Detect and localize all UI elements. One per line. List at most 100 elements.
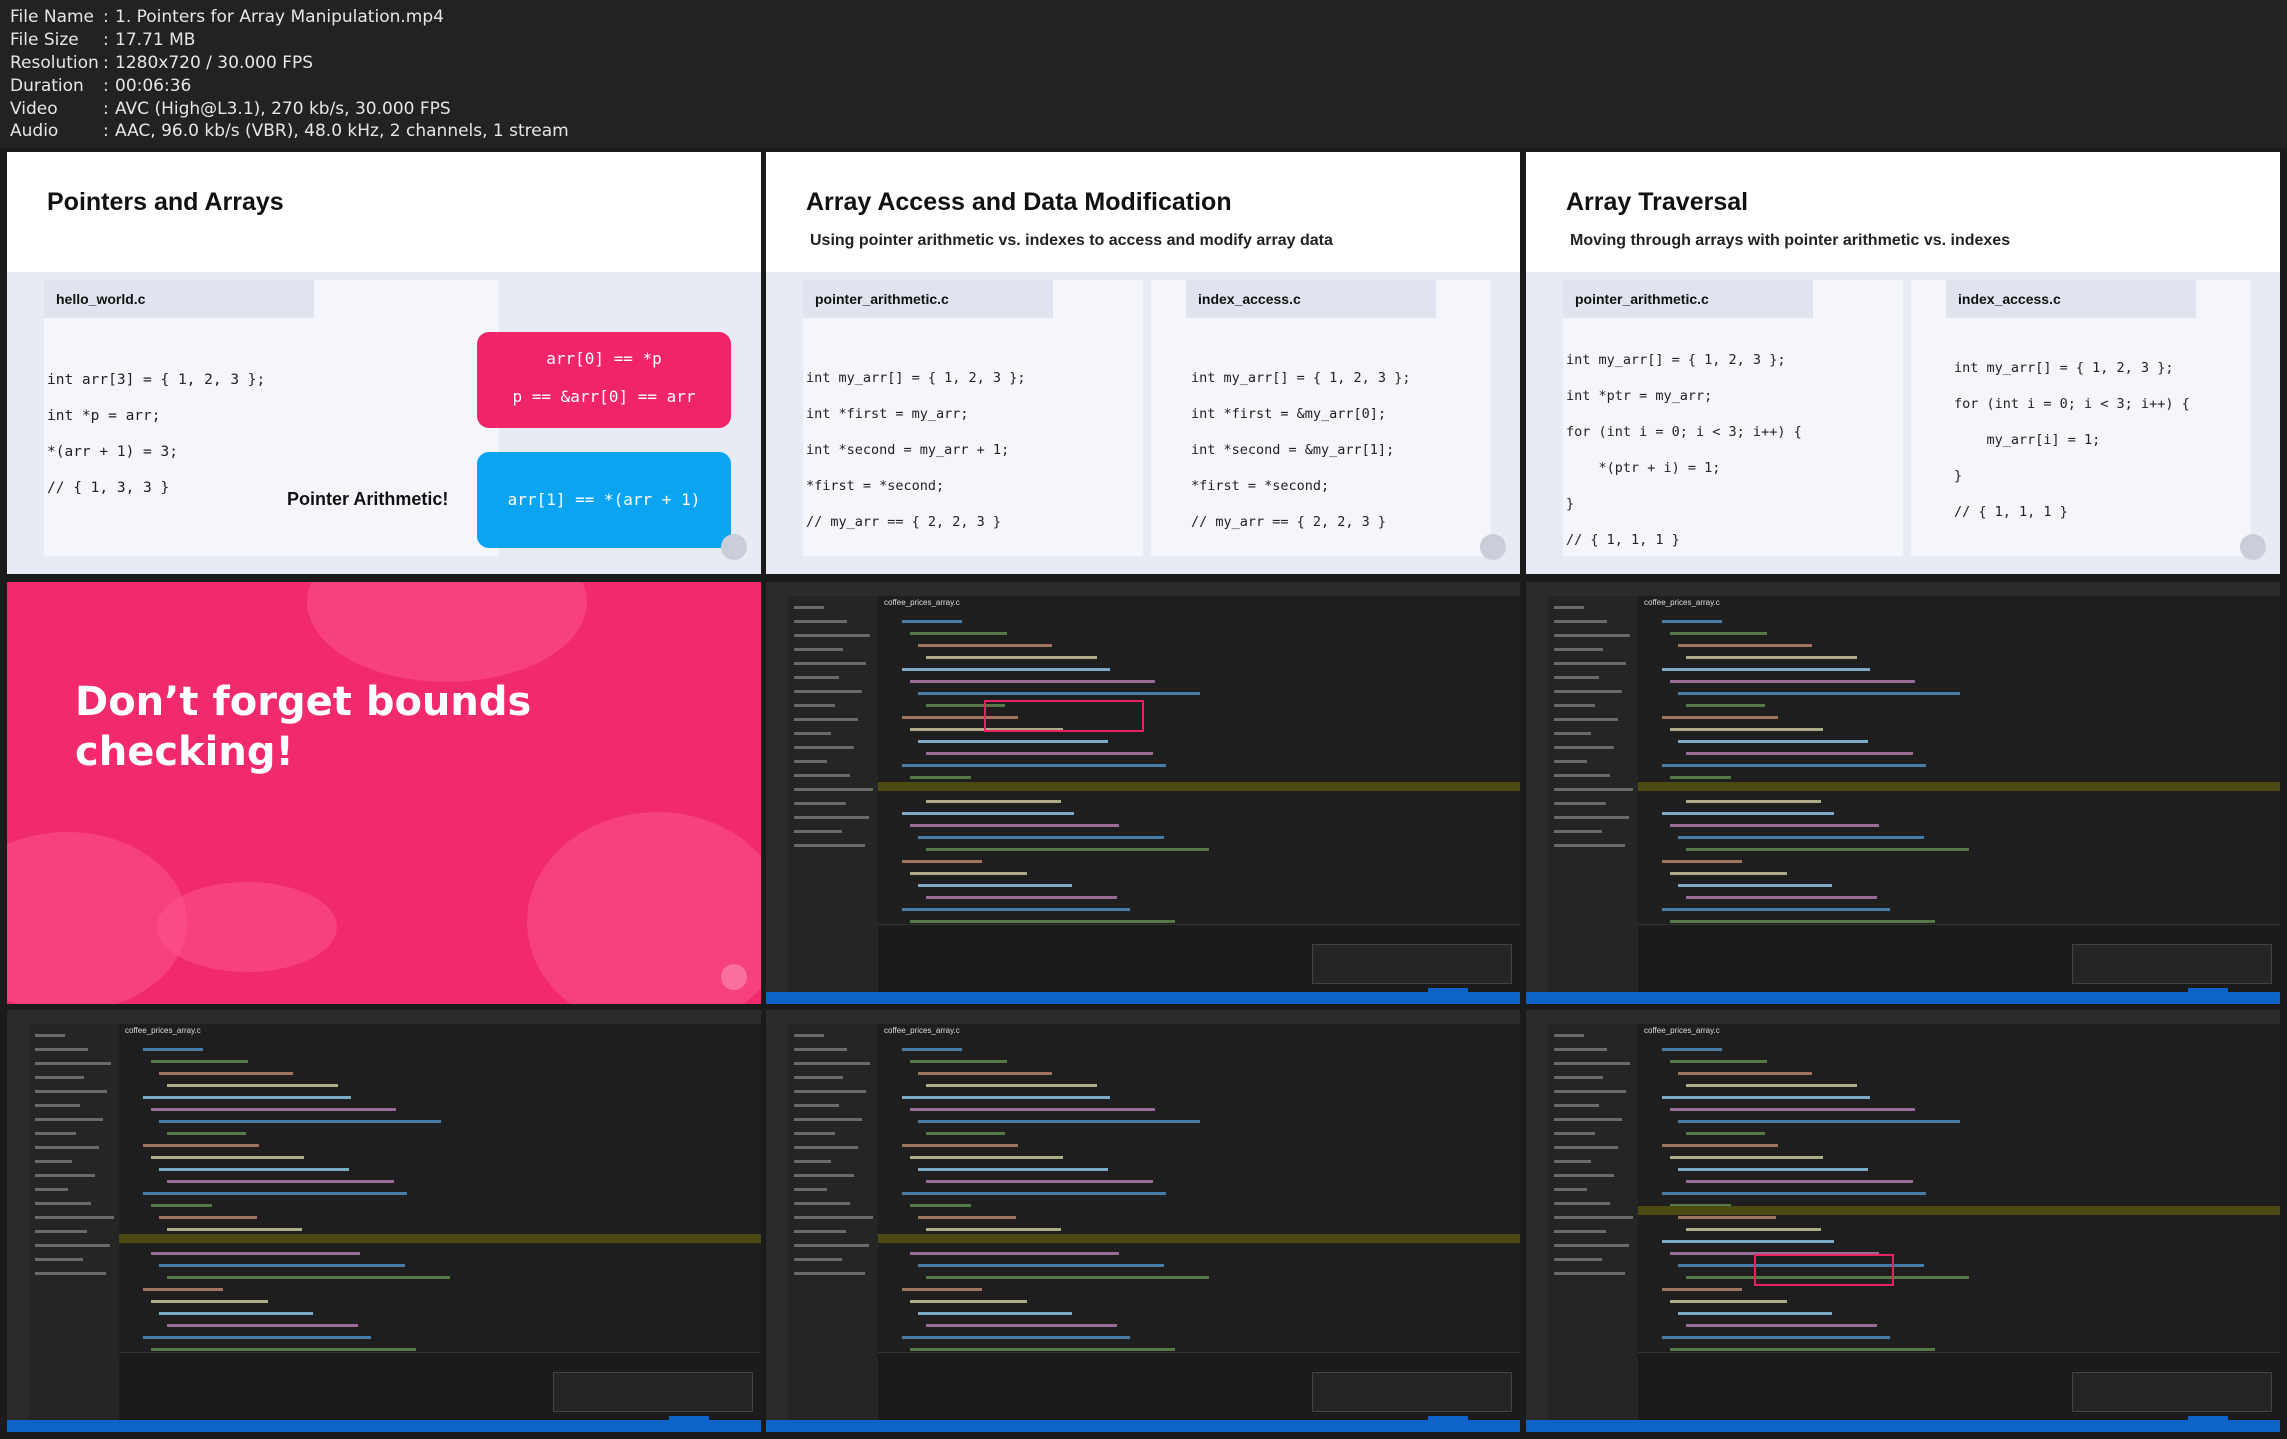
sidebar-line-bar [35, 1118, 103, 1121]
code-line: for (int i = 0; i < 3; i++) { [1566, 424, 1802, 440]
highlight-box [1754, 1254, 1894, 1286]
sidebar-line-bar [35, 1034, 65, 1037]
code-line: int *second = &my_arr[1]; [1191, 442, 1395, 458]
code-line-bar [1662, 1192, 1926, 1195]
code-line-bar [910, 1108, 1155, 1111]
update-now-button[interactable] [2188, 988, 2228, 998]
code-line-bar [910, 1300, 1027, 1303]
sidebar-line-bar [794, 1034, 824, 1037]
editor-tab[interactable]: coffee_prices_array.c [1638, 596, 1728, 610]
code-line: *(ptr + i) = 1; [1566, 460, 1721, 476]
watermark-icon [721, 534, 747, 560]
sidebar-line-bar [794, 816, 869, 819]
code-line-bar [1670, 824, 1879, 827]
code-line-bar [1686, 656, 1857, 659]
sidebar-line-bar [1554, 1272, 1625, 1275]
thumb-vscode-2: coffee_prices_array.c [1526, 582, 2280, 1004]
sidebar-line-bar [1554, 1062, 1630, 1065]
code-line-bar [1670, 1108, 1915, 1111]
sidebar-line-bar [35, 1174, 95, 1177]
code-line-bar [918, 1120, 1200, 1123]
sidebar-line-bar [1554, 690, 1622, 693]
code-line-bar [910, 824, 1119, 827]
editor-tab[interactable]: coffee_prices_array.c [1638, 1024, 1728, 1038]
file-tab-right: index_access.c [1946, 280, 2196, 318]
sidebar-line-bar [35, 1104, 80, 1107]
editor-tab[interactable]: coffee_prices_array.c [119, 1024, 209, 1038]
sidebar-line-bar [794, 1062, 870, 1065]
sidebar-line-bar [35, 1216, 114, 1219]
watermark-icon [1480, 534, 1506, 560]
code-line-bar [1670, 728, 1823, 731]
code-line-bar [1662, 860, 1742, 863]
code-line-bar [1662, 1288, 1742, 1291]
code-line-bar [167, 1228, 302, 1231]
code-line-bar [910, 680, 1155, 683]
code-line-bar [159, 1168, 349, 1171]
code-line: *(arr + 1) = 3; [47, 444, 178, 460]
sidebar-line-bar [794, 1174, 854, 1177]
code-line-bar [926, 752, 1153, 755]
update-now-button[interactable] [1428, 1416, 1468, 1426]
sidebar-line-bar [794, 774, 850, 777]
code-line-bar [1686, 896, 1877, 899]
code-line-bar [926, 848, 1209, 851]
sidebar-line-bar [794, 690, 862, 693]
sidebar-line-bar [794, 1188, 827, 1191]
code-line-bar [1686, 848, 1969, 851]
code-line-bar [910, 1156, 1063, 1159]
code-line-bar [1662, 1240, 1834, 1243]
sidebar-line-bar [35, 1230, 87, 1233]
sidebar-line-bar [794, 1090, 866, 1093]
slide-subtitle: Using pointer arithmetic vs. indexes to … [810, 232, 1333, 249]
code-line-bar [902, 1144, 1018, 1147]
editor-tab[interactable]: coffee_prices_array.c [878, 596, 968, 610]
code-line-bar [143, 1096, 351, 1099]
code-line-bar [151, 1204, 212, 1207]
update-toast [2072, 944, 2272, 984]
code-line-bar [902, 812, 1074, 815]
thumb-vscode-5: coffee_prices_array.c [1526, 1010, 2280, 1432]
code-line-bar [1686, 1228, 1821, 1231]
code-line-bar [167, 1132, 246, 1135]
thumb-slide-array-traversal: Array Traversal Moving through arrays wi… [1526, 152, 2280, 574]
code-line-bar [1670, 1156, 1823, 1159]
sidebar-line-bar [794, 1230, 846, 1233]
code-line: // my_arr == { 2, 2, 3 } [1191, 514, 1387, 530]
update-now-button[interactable] [669, 1416, 709, 1426]
sidebar-line-bar [35, 1258, 83, 1261]
code-line-bar [926, 1324, 1117, 1327]
thumb-slide-pointers-arrays: Pointers and Arrays hello_world.c int ar… [7, 152, 761, 574]
update-now-button[interactable] [2188, 1416, 2228, 1426]
code-line-bar [1670, 776, 1731, 779]
sidebar-line-bar [794, 1048, 847, 1051]
code-line-bar [1678, 884, 1832, 887]
code-line-bar [918, 1168, 1108, 1171]
code-block-left: int my_arr[] = { 1, 2, 3 }; int *first = … [806, 360, 1025, 540]
box-line: p == &arr[0] == arr [512, 387, 696, 406]
editor-tab[interactable]: coffee_prices_array.c [878, 1024, 968, 1038]
code-line: // { 1, 1, 1 } [1954, 504, 2068, 520]
code-block: int arr[3] = { 1, 2, 3 }; int *p = arr; *(… [47, 362, 265, 506]
code-line-bar [1678, 644, 1812, 647]
update-now-button[interactable] [1428, 988, 1468, 998]
highlight-box [984, 700, 1144, 732]
sidebar-line-bar [1554, 620, 1607, 623]
code-line: for (int i = 0; i < 3; i++) { [1954, 396, 2190, 412]
sidebar-line-bar [794, 760, 827, 763]
code-line-bar [1686, 704, 1765, 707]
code-line-bar [910, 1060, 1007, 1063]
code-block-left: int my_arr[] = { 1, 2, 3 }; int *ptr = my… [1566, 342, 1802, 558]
code-line-bar [1670, 1300, 1787, 1303]
code-line-bar [910, 920, 1175, 923]
code-line-bar [159, 1120, 441, 1123]
sidebar-line-bar [1554, 1230, 1606, 1233]
code-line-bar [1686, 1180, 1913, 1183]
file-tab: hello_world.c [44, 280, 314, 318]
code-line-bar [151, 1348, 416, 1351]
slide-subtitle: Moving through arrays with pointer arith… [1570, 232, 2011, 249]
sidebar-line-bar [794, 1258, 842, 1261]
sidebar-line-bar [35, 1202, 91, 1205]
code-line: int *first = &my_arr[0]; [1191, 406, 1387, 422]
code-line-bar [1678, 1072, 1812, 1075]
